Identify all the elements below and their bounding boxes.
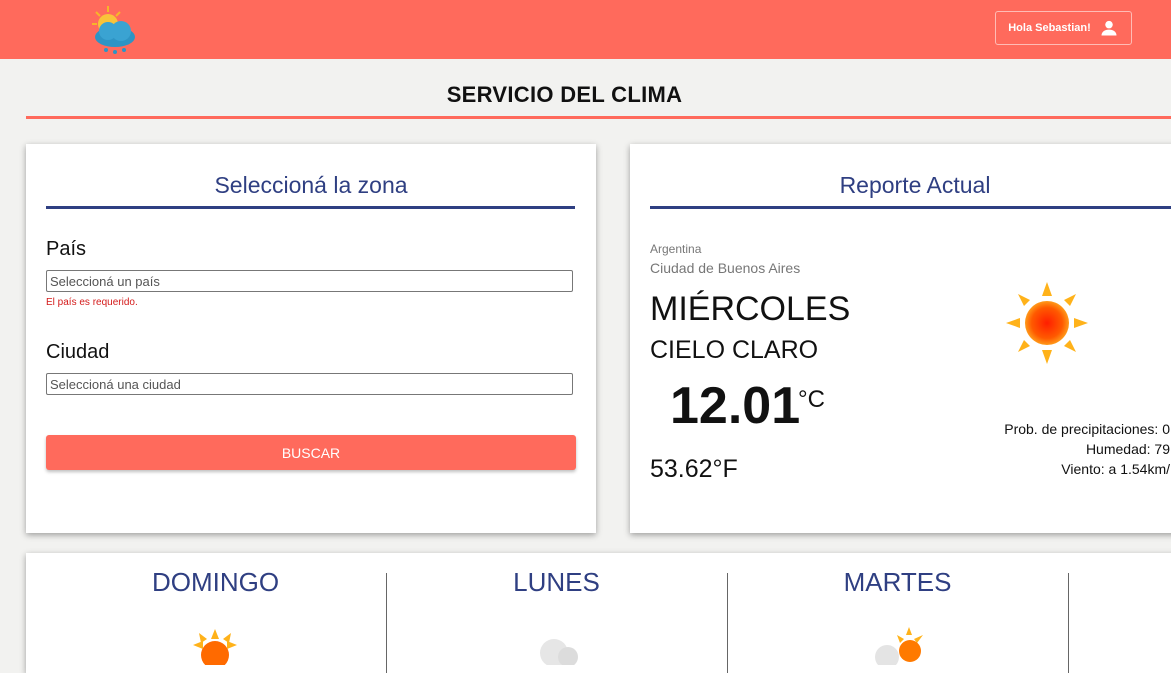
search-button[interactable]: BUSCAR bbox=[46, 435, 576, 470]
report-country: Argentina bbox=[650, 242, 702, 256]
report-heading-divider bbox=[650, 206, 1171, 209]
cloud-icon bbox=[540, 639, 578, 665]
precipitation-text: Prob. de precipitaciones: 0 bbox=[1004, 421, 1170, 437]
forecast-day-name: MARTES bbox=[843, 567, 952, 597]
top-bar: Hola Sebastian! bbox=[0, 0, 1171, 59]
sun-cloud-rain-icon[interactable] bbox=[88, 4, 140, 56]
celsius-unit: °C bbox=[798, 386, 825, 413]
title-divider bbox=[26, 116, 1171, 119]
forecast-day: DOMINGO bbox=[45, 553, 386, 673]
country-input[interactable] bbox=[46, 270, 573, 292]
city-label: Ciudad bbox=[46, 341, 110, 363]
report-condition: CIELO CLARO bbox=[650, 336, 819, 364]
current-report-card: Reporte Actual Argentina Ciudad de Bueno… bbox=[630, 144, 1171, 533]
person-icon bbox=[1101, 20, 1117, 36]
report-heading: Reporte Actual bbox=[839, 172, 991, 198]
report-day: MIÉRCOLES bbox=[650, 290, 851, 328]
user-greeting: Hola Sebastian! bbox=[1008, 22, 1091, 34]
sun-icon bbox=[193, 629, 237, 665]
zone-selection-card: Seleccioná la zona País El país es reque… bbox=[26, 144, 596, 533]
forecast-card: DOMINGO LUNES MARTES bbox=[26, 553, 1171, 673]
wind-text: Viento: a 1.54km/ bbox=[1061, 461, 1170, 477]
country-label: País bbox=[46, 238, 87, 260]
temperature-celsius: 12.01 bbox=[670, 377, 801, 435]
forecast-day: MARTES bbox=[727, 553, 1068, 673]
zone-heading: Seleccioná la zona bbox=[214, 172, 408, 198]
zone-heading-divider bbox=[46, 206, 575, 209]
forecast-day-name: LUNES bbox=[513, 567, 600, 597]
page-title: SERVICIO DEL CLIMA bbox=[446, 82, 683, 107]
cloud-sun-icon bbox=[875, 627, 923, 665]
user-menu-button[interactable]: Hola Sebastian! bbox=[995, 11, 1132, 45]
forecast-day: LUNES bbox=[386, 553, 727, 673]
city-input[interactable] bbox=[46, 373, 573, 395]
temperature-fahrenheit: 53.62°F bbox=[650, 455, 738, 483]
country-error-text: El país es requerido. bbox=[46, 297, 138, 308]
humidity-text: Humedad: 79 bbox=[1085, 441, 1170, 457]
report-city: Ciudad de Buenos Aires bbox=[650, 260, 801, 276]
forecast-day-name: DOMINGO bbox=[151, 567, 280, 597]
sun-icon bbox=[1006, 282, 1088, 364]
forecast-separator bbox=[1068, 573, 1069, 673]
